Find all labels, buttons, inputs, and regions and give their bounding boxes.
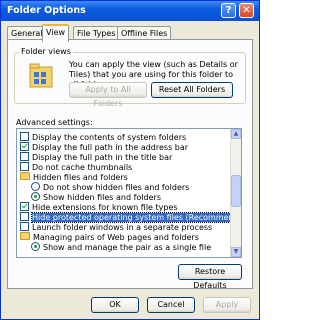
restore-defaults-button[interactable]: Restore Defaults — [178, 264, 242, 290]
checkbox[interactable] — [20, 142, 29, 151]
setting-no-cache-thumbnails[interactable]: Do not cache thumbnails — [20, 162, 132, 172]
setting-show-hidden[interactable]: Show hidden files and folders — [31, 192, 161, 202]
tab-general[interactable]: General — [7, 26, 47, 40]
setting-full-path-address-bar[interactable]: Display the full path in the address bar — [20, 142, 188, 152]
setting-display-system-folders[interactable]: Display the contents of system folders — [20, 132, 186, 142]
setting-full-path-title-bar[interactable]: Display the full path in the title bar — [20, 152, 172, 162]
scroll-up-arrow-icon[interactable]: ▲ — [231, 129, 241, 139]
setting-hide-extensions[interactable]: Hide extensions for known file types — [20, 202, 178, 212]
advanced-settings-label: Advanced settings: — [16, 118, 93, 127]
ok-button[interactable]: OK — [91, 297, 139, 313]
help-button[interactable]: ? — [221, 3, 236, 18]
window-title: Folder Options — [7, 5, 86, 16]
advanced-settings-list[interactable]: Display the contents of system folders D… — [16, 128, 242, 258]
apply-button[interactable]: Apply — [203, 297, 251, 313]
tab-offline-files[interactable]: Offline Files — [117, 26, 172, 40]
folder-views-group: Folder views You can apply the view (suc… — [14, 47, 246, 108]
radio[interactable] — [31, 182, 40, 191]
vertical-scrollbar[interactable]: ▲ ▼ — [230, 129, 241, 257]
setting-hide-protected-os-files[interactable]: Hide protected operating system files (R… — [20, 212, 241, 223]
checkbox[interactable] — [20, 222, 29, 231]
tab-view[interactable]: View — [42, 24, 69, 42]
setting-do-not-show-hidden[interactable]: Do not show hidden files and folders — [31, 182, 189, 192]
checkbox[interactable] — [20, 152, 29, 161]
setting-group-hidden-files: Hidden files and folders — [20, 172, 128, 182]
folder-views-icon — [29, 63, 53, 88]
checkbox[interactable] — [20, 202, 29, 211]
cancel-button[interactable]: Cancel — [147, 297, 195, 313]
apply-to-all-folders-button[interactable]: Apply to All Folders — [69, 82, 147, 108]
close-button[interactable]: ✕ — [239, 3, 254, 18]
view-tab-panel: Folder views You can apply the view (suc… — [7, 39, 253, 290]
setting-launch-separate-process[interactable]: Launch folder windows in a separate proc… — [20, 222, 212, 232]
scroll-down-arrow-icon[interactable]: ▼ — [231, 247, 241, 257]
folder-options-window: Folder Options ? ✕ General View File Typ… — [0, 0, 260, 320]
tab-file-types[interactable]: File Types — [73, 26, 120, 40]
checkbox[interactable] — [20, 212, 29, 221]
checkbox[interactable] — [20, 162, 29, 171]
radio[interactable] — [31, 192, 40, 201]
reset-all-folders-button[interactable]: Reset All Folders — [151, 82, 233, 98]
checkbox[interactable] — [20, 132, 29, 141]
folder-icon — [20, 172, 30, 180]
radio[interactable] — [31, 242, 40, 251]
title-bar[interactable]: Folder Options ? ✕ — [1, 1, 259, 21]
setting-show-pair-single-file[interactable]: Show and manage the pair as a single fil… — [31, 242, 211, 252]
folder-views-legend: Folder views — [19, 47, 73, 56]
folder-icon — [20, 232, 30, 240]
scrollbar-thumb[interactable] — [231, 175, 241, 207]
setting-group-web-pairs: Managing pairs of Web pages and folders — [20, 232, 199, 242]
